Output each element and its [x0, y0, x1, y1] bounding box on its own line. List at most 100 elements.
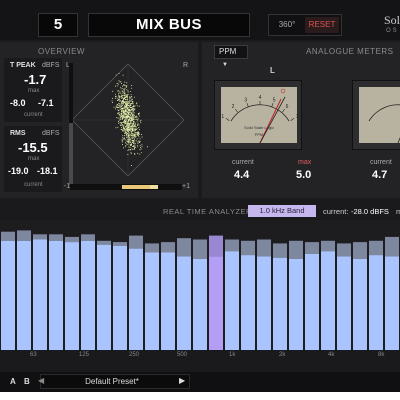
rta-band-peak — [65, 236, 79, 243]
true-peak-current-label: current — [24, 112, 43, 118]
rta-band-bar[interactable] — [33, 239, 47, 351]
rta-band-peak — [369, 240, 383, 256]
rta-band-bar[interactable] — [225, 251, 239, 350]
rms-label: RMS — [10, 130, 26, 137]
rta-band-peak — [241, 240, 255, 256]
freq-label-2k: 2k — [279, 352, 286, 358]
freq-label-500: 500 — [177, 352, 188, 358]
freq-label-125: 125 — [79, 352, 90, 358]
true-peak-meter: T PEAK dBFS -1.7 max -8.0 -7.1 current — [4, 58, 62, 122]
360-button[interactable]: 360° — [271, 17, 303, 33]
right-ppm-meter — [352, 80, 400, 150]
rta-band-bar[interactable] — [145, 252, 159, 351]
rta-band-bar[interactable] — [17, 240, 31, 350]
freq-label-63: 63 — [30, 352, 37, 358]
rms-max: -15.5 — [18, 140, 48, 155]
rta-band-peak — [49, 234, 63, 241]
left-side-meter — [69, 63, 73, 185]
ppm-scale-label: 1 — [221, 114, 224, 120]
rta-band-bar[interactable] — [81, 240, 95, 350]
rta-band-bar[interactable] — [161, 252, 175, 351]
rta-band-bar[interactable] — [1, 240, 15, 350]
ppm-scale-label: 4 — [259, 95, 262, 101]
true-peak-right-current: -7.1 — [38, 98, 54, 108]
rta-band-peak — [289, 240, 303, 259]
rta-band-bar[interactable] — [177, 256, 191, 350]
rta-band-bar[interactable] — [337, 256, 351, 350]
ppm-scale-label: 2 — [232, 104, 235, 110]
reset-button[interactable]: RESET — [305, 17, 339, 33]
left-channel-label: L — [270, 66, 275, 75]
rms-unit: dBFS — [42, 130, 60, 137]
rta-band-peak — [145, 243, 159, 253]
ppm-scale-label: 6 — [286, 104, 289, 110]
brand-logo: Soli — [384, 13, 400, 27]
preset-b-button[interactable]: B — [24, 377, 30, 386]
overview-title: OVERVIEW — [38, 47, 85, 56]
rta-band-bar[interactable] — [49, 240, 63, 350]
view-reset-group: 360° RESET — [268, 14, 342, 36]
rta-band-peak — [353, 242, 367, 259]
freq-label-4k: 4k — [328, 352, 335, 358]
rms-right-current: -18.1 — [37, 166, 58, 176]
rta-band-peak — [273, 243, 287, 258]
rta-band-bar[interactable] — [193, 259, 207, 350]
rta-band-bar[interactable] — [305, 253, 319, 350]
left-ppm-meter: 1 2 3 4 5 6 7 Solid State Logic PPM — [214, 80, 302, 150]
bus-name[interactable]: MIX BUS — [88, 13, 250, 37]
left-current-label: current — [232, 159, 254, 166]
true-peak-unit: dBFS — [42, 62, 60, 69]
freq-label-250: 250 — [129, 352, 140, 358]
rta-band-bar[interactable] — [273, 257, 287, 350]
prev-preset-arrow-icon[interactable]: ◀ — [38, 376, 44, 385]
rta-band-bar[interactable] — [113, 246, 127, 350]
rms-current-label: current — [24, 182, 43, 188]
freq-label-8k: 8k — [378, 352, 385, 358]
rta-current-label: current: — [323, 207, 349, 216]
rta-band-peak — [1, 231, 15, 241]
left-current-value: 4.4 — [234, 169, 250, 181]
rta-band-bar[interactable] — [257, 256, 271, 350]
rta-band-bar[interactable] — [241, 255, 255, 350]
meter-mode-value: PPM — [219, 47, 237, 56]
real-time-analyzer[interactable] — [0, 220, 400, 350]
meter-mode-dropdown[interactable]: PPM ▼ — [214, 45, 248, 68]
rta-band-peak — [225, 239, 239, 252]
rta-band-bar[interactable] — [353, 259, 367, 350]
rta-band-bar[interactable] — [289, 259, 303, 350]
goniometer-display — [71, 63, 185, 177]
plugin-window: 5 MIX BUS 360° RESET Soli OS OVERVIEW T … — [0, 0, 400, 392]
band-selector-button[interactable]: 1.0 kHz Band — [248, 205, 316, 217]
rta-band-peak — [161, 242, 175, 253]
correlation-max-label: +1 — [182, 183, 190, 190]
meter-brand-text: Solid State Logic — [244, 125, 274, 130]
preset-name: Default Preset* — [85, 377, 139, 386]
rta-band-bar[interactable] — [369, 255, 383, 350]
rta-band-peak — [177, 238, 191, 257]
rta-band-peak — [385, 236, 399, 257]
rta-band-peak — [337, 243, 351, 257]
rta-current-value: -28.0 dBFS — [351, 207, 389, 216]
rta-band-bar[interactable] — [129, 248, 143, 350]
rta-band-peak — [209, 235, 223, 257]
rta-band-bar[interactable] — [209, 256, 223, 350]
ppm-scale-label: 5 — [273, 97, 276, 103]
freq-label-1k: 1k — [229, 352, 236, 358]
rta-band-bar[interactable] — [321, 251, 335, 350]
chevron-down-icon: ▼ — [222, 62, 228, 68]
rta-title: REAL TIME ANALYZER — [163, 207, 252, 216]
rta-band-bar[interactable] — [65, 242, 79, 350]
true-peak-max: -1.7 — [24, 72, 47, 87]
next-preset-arrow-icon[interactable]: ▶ — [179, 376, 185, 385]
rta-band-peak — [33, 234, 47, 240]
rta-band-bar[interactable] — [97, 244, 111, 350]
rta-band-peak — [305, 242, 319, 254]
correlation-meter — [70, 184, 182, 190]
rta-band-bar[interactable] — [385, 256, 399, 350]
rms-left-current: -19.0 — [8, 166, 29, 176]
preset-a-button[interactable]: A — [10, 377, 16, 386]
rms-meter: RMS dBFS -15.5 max -19.0 -18.1 current — [4, 126, 62, 192]
rta-band-peak — [193, 239, 207, 259]
true-peak-max-label: max — [28, 88, 40, 94]
rms-max-label: max — [28, 156, 40, 162]
